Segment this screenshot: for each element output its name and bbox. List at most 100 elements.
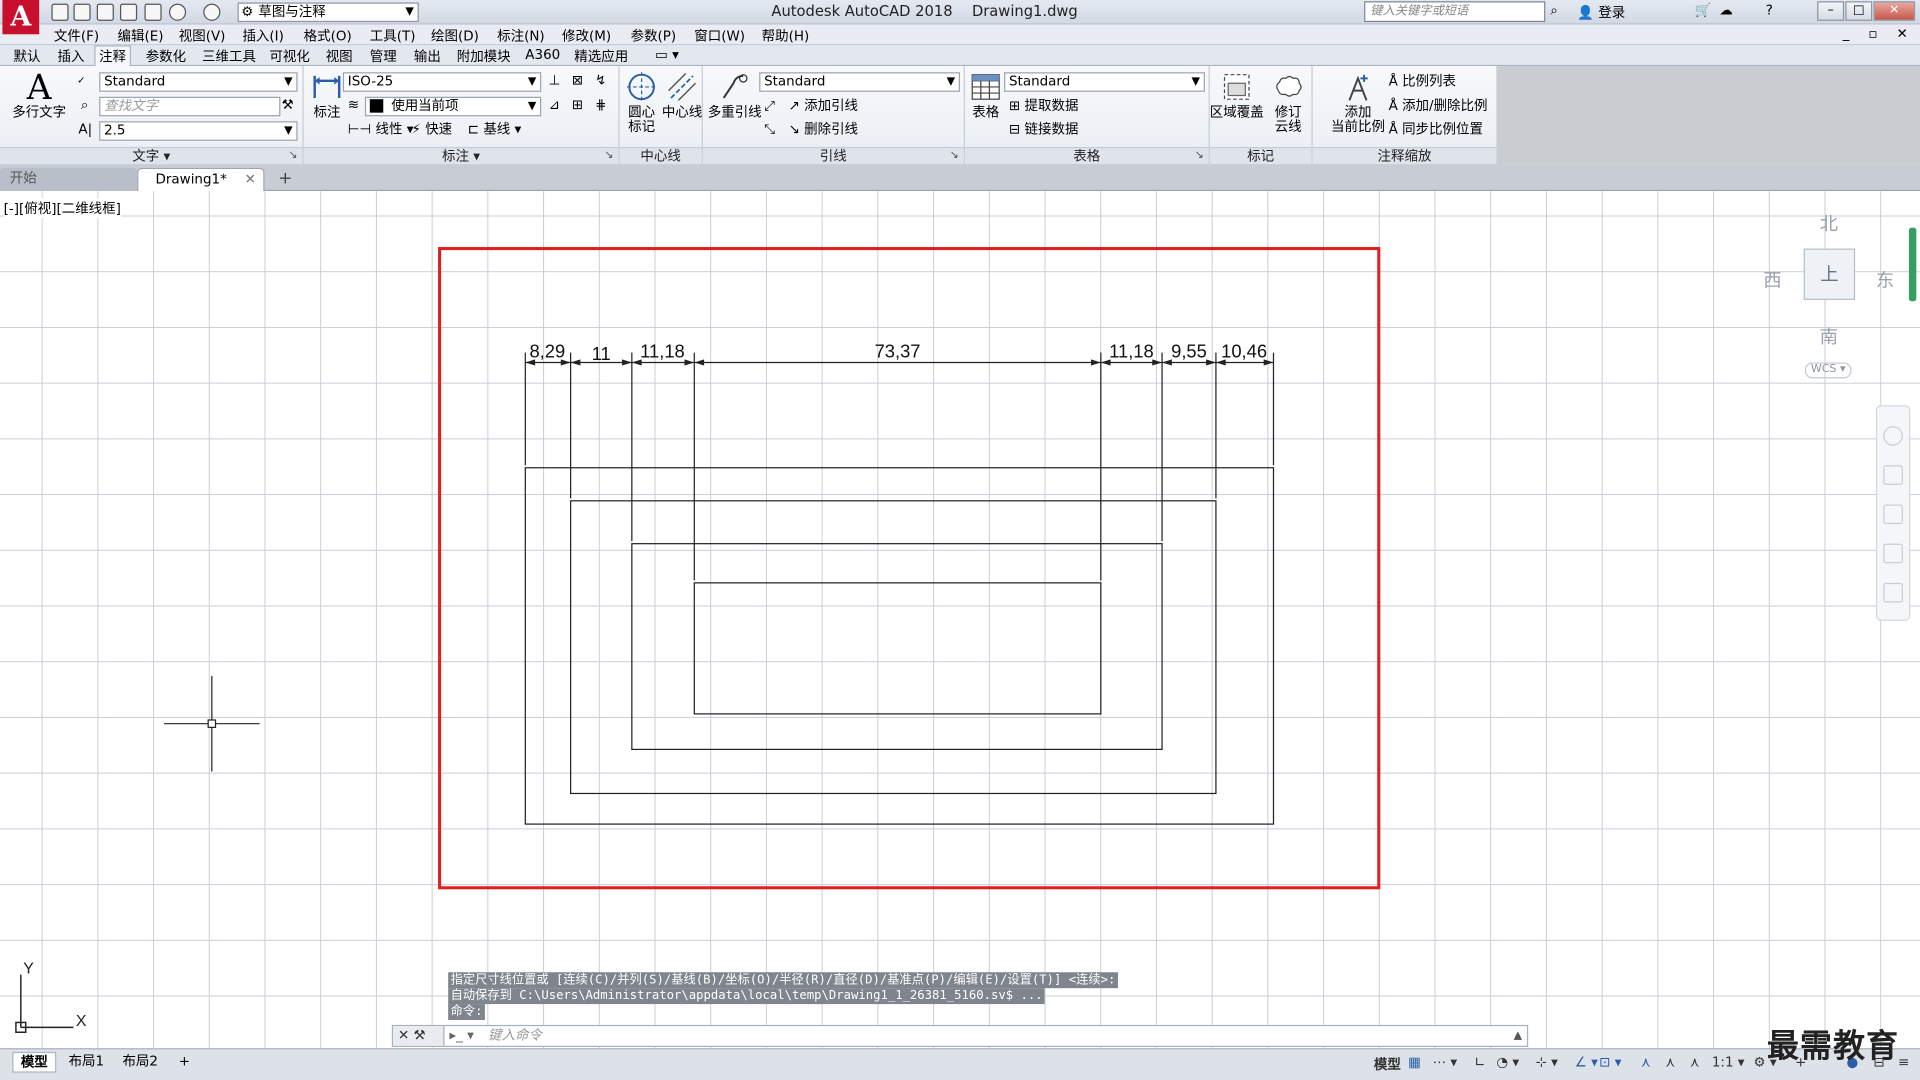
- login-button[interactable]: 👤 登录: [1577, 2, 1625, 22]
- doc-window-controls[interactable]: _ ▫ ✕: [1843, 26, 1915, 42]
- dimension-text[interactable]: 10,46: [1221, 341, 1267, 362]
- tab-view[interactable]: 视图: [322, 47, 356, 67]
- menu-parametric[interactable]: 参数(P): [631, 26, 677, 46]
- menu-file[interactable]: 文件(F): [54, 26, 99, 46]
- revcloud-button[interactable]: 修订 云线: [1266, 71, 1310, 135]
- dim-jog-icon[interactable]: ↯: [595, 72, 606, 89]
- tab-insert[interactable]: 插入: [54, 47, 88, 67]
- scrollbar-thumb[interactable]: [1908, 227, 1917, 302]
- link-data-button[interactable]: ⊟ 链接数据: [1009, 121, 1078, 138]
- panel-title-leader[interactable]: 引线 ↘: [702, 146, 964, 165]
- dim-inspect-icon[interactable]: ⊿: [549, 97, 560, 114]
- text-height-select[interactable]: 2.5 ▼: [99, 121, 298, 141]
- table-button[interactable]: 表格: [967, 71, 1004, 120]
- viewcube-top-face[interactable]: 上: [1803, 248, 1856, 301]
- dim-layer-select[interactable]: 使用当前项 ▼: [364, 96, 542, 117]
- close-icon[interactable]: ✕: [398, 1027, 409, 1043]
- binoculars-icon[interactable]: ⌕: [1550, 2, 1558, 19]
- dialog-launcher-icon[interactable]: ↘: [950, 148, 959, 164]
- menu-format[interactable]: 格式(O): [304, 26, 352, 46]
- spell-check-icon[interactable]: ✓: [77, 72, 85, 89]
- command-input[interactable]: ▸_ ▾ 键入命令: [449, 1026, 542, 1046]
- menu-dimension[interactable]: 标注(N): [497, 26, 545, 46]
- table-style-select[interactable]: Standard ▼: [1004, 72, 1205, 92]
- annotation-scale-select[interactable]: 1:1 ▾: [1712, 1054, 1745, 1070]
- layout-tab-layout2[interactable]: 布局2: [115, 1052, 165, 1073]
- tab-start[interactable]: 开始: [0, 167, 138, 192]
- add-leader-button[interactable]: ↗ 添加引线: [789, 98, 858, 115]
- viewcube-west[interactable]: 西: [1763, 267, 1781, 293]
- menu-edit[interactable]: 编辑(E): [118, 26, 164, 46]
- new-icon[interactable]: [51, 3, 69, 21]
- dimension-text[interactable]: 11,18: [1109, 341, 1154, 362]
- drawing-canvas[interactable]: [-][俯视][二维线框] 8,29 11 11,18 73,37 11,18 …: [0, 191, 1920, 1049]
- wipeout-button[interactable]: 区域覆盖: [1210, 71, 1264, 120]
- viewcube-north[interactable]: 北: [1820, 211, 1838, 237]
- tab-manage[interactable]: 管理: [366, 47, 400, 67]
- dimension-text[interactable]: 8,29: [529, 341, 565, 362]
- maximize-button[interactable]: □: [1845, 1, 1873, 21]
- find-text-icon[interactable]: ⌕: [81, 97, 89, 114]
- scale-list-button[interactable]: Å 比例列表: [1389, 73, 1456, 90]
- osnap-icon[interactable]: ⊹ ▾: [1536, 1054, 1558, 1070]
- customization-icon[interactable]: ≡: [1898, 1054, 1909, 1070]
- dim-oblique-icon[interactable]: ⋕: [595, 97, 606, 114]
- dimension-button[interactable]: 标注: [309, 71, 346, 120]
- add-layout-button[interactable]: +: [171, 1052, 197, 1073]
- close-button[interactable]: ✕: [1873, 1, 1916, 21]
- undo-icon[interactable]: [168, 3, 187, 21]
- tab-parametric[interactable]: 参数化: [142, 47, 190, 67]
- find-text-input[interactable]: 查找文字: [99, 96, 281, 117]
- menu-tools[interactable]: 工具(T): [370, 26, 416, 46]
- tab-visualize[interactable]: 可视化: [266, 47, 314, 67]
- menu-window[interactable]: 窗口(W): [694, 26, 745, 46]
- save-icon[interactable]: [96, 3, 114, 21]
- tab-annotate[interactable]: 注释: [94, 45, 132, 67]
- wrench-icon[interactable]: ⚒: [414, 1027, 426, 1043]
- remove-leader-button[interactable]: ↘ 删除引线: [789, 121, 858, 138]
- snap-icon[interactable]: ⋯ ▾: [1433, 1054, 1458, 1070]
- minimize-button[interactable]: –: [1817, 1, 1845, 21]
- cart-icon[interactable]: 🛒: [1695, 2, 1712, 19]
- panel-title-dimension[interactable]: 标注 ▾ ↘: [303, 146, 619, 165]
- text-style-select[interactable]: Standard ▼: [99, 72, 298, 92]
- sync-scale-button[interactable]: Å 同步比例位置: [1389, 121, 1483, 138]
- dimension-text[interactable]: 11: [592, 343, 611, 364]
- viewcube-east[interactable]: 东: [1876, 267, 1894, 293]
- annotation-visibility-icon[interactable]: ⋏: [1641, 1054, 1651, 1070]
- chevron-up-icon[interactable]: ▲: [1514, 1026, 1522, 1046]
- linear-dim-button[interactable]: ⊢⊣ 线性 ▾: [348, 121, 414, 138]
- wcs-menu[interactable]: WCS ▾: [1804, 362, 1852, 379]
- pan-icon[interactable]: [1883, 465, 1903, 485]
- rectangle-3[interactable]: [631, 543, 1163, 751]
- showmotion-icon[interactable]: [1883, 582, 1903, 603]
- layout-tab-model[interactable]: 模型: [12, 1051, 57, 1073]
- orbit-icon[interactable]: [1883, 543, 1903, 564]
- baseline-dim-button[interactable]: ⊏ 基线 ▾: [468, 121, 522, 138]
- menu-view[interactable]: 视图(V): [179, 26, 226, 46]
- tab-3d-tools[interactable]: 三维工具: [198, 47, 259, 67]
- workspace-select[interactable]: ⚙ 草图与注释 ▼: [237, 2, 419, 23]
- tab-home[interactable]: 默认: [10, 47, 44, 67]
- viewcube-south[interactable]: 南: [1820, 323, 1838, 349]
- annotation-scale-icon[interactable]: ⋏: [1690, 1054, 1700, 1070]
- save-as-icon[interactable]: [120, 3, 138, 21]
- tab-output[interactable]: 输出: [410, 47, 444, 67]
- tab-a360[interactable]: A360: [522, 47, 564, 67]
- dimension-text[interactable]: 11,18: [640, 341, 685, 362]
- center-mark-button[interactable]: 圆心 标记: [622, 71, 661, 135]
- add-delete-scale-button[interactable]: Å 添加/删除比例: [1389, 98, 1488, 115]
- tab-drawing1[interactable]: Drawing1* ✕: [137, 167, 265, 192]
- panel-title-text[interactable]: 文字 ▾ ↘: [0, 146, 303, 165]
- dynamic-ucs-icon[interactable]: ⊡ ▾: [1599, 1054, 1621, 1070]
- dim-style-select[interactable]: ISO-25 ▼: [342, 72, 542, 92]
- grid-icon[interactable]: ▦: [1408, 1054, 1421, 1070]
- menu-modify[interactable]: 修改(M): [562, 26, 611, 46]
- help-icon[interactable]: ?: [1766, 2, 1773, 19]
- menu-insert[interactable]: 插入(I): [242, 26, 283, 46]
- zoom-icon[interactable]: [1883, 504, 1903, 525]
- leader-align-icon[interactable]: ⤢: [764, 98, 775, 115]
- dialog-launcher-icon[interactable]: ↘: [1194, 148, 1203, 164]
- dimension-text[interactable]: 73,37: [875, 341, 921, 362]
- extract-data-button[interactable]: ⊞ 提取数据: [1009, 98, 1078, 115]
